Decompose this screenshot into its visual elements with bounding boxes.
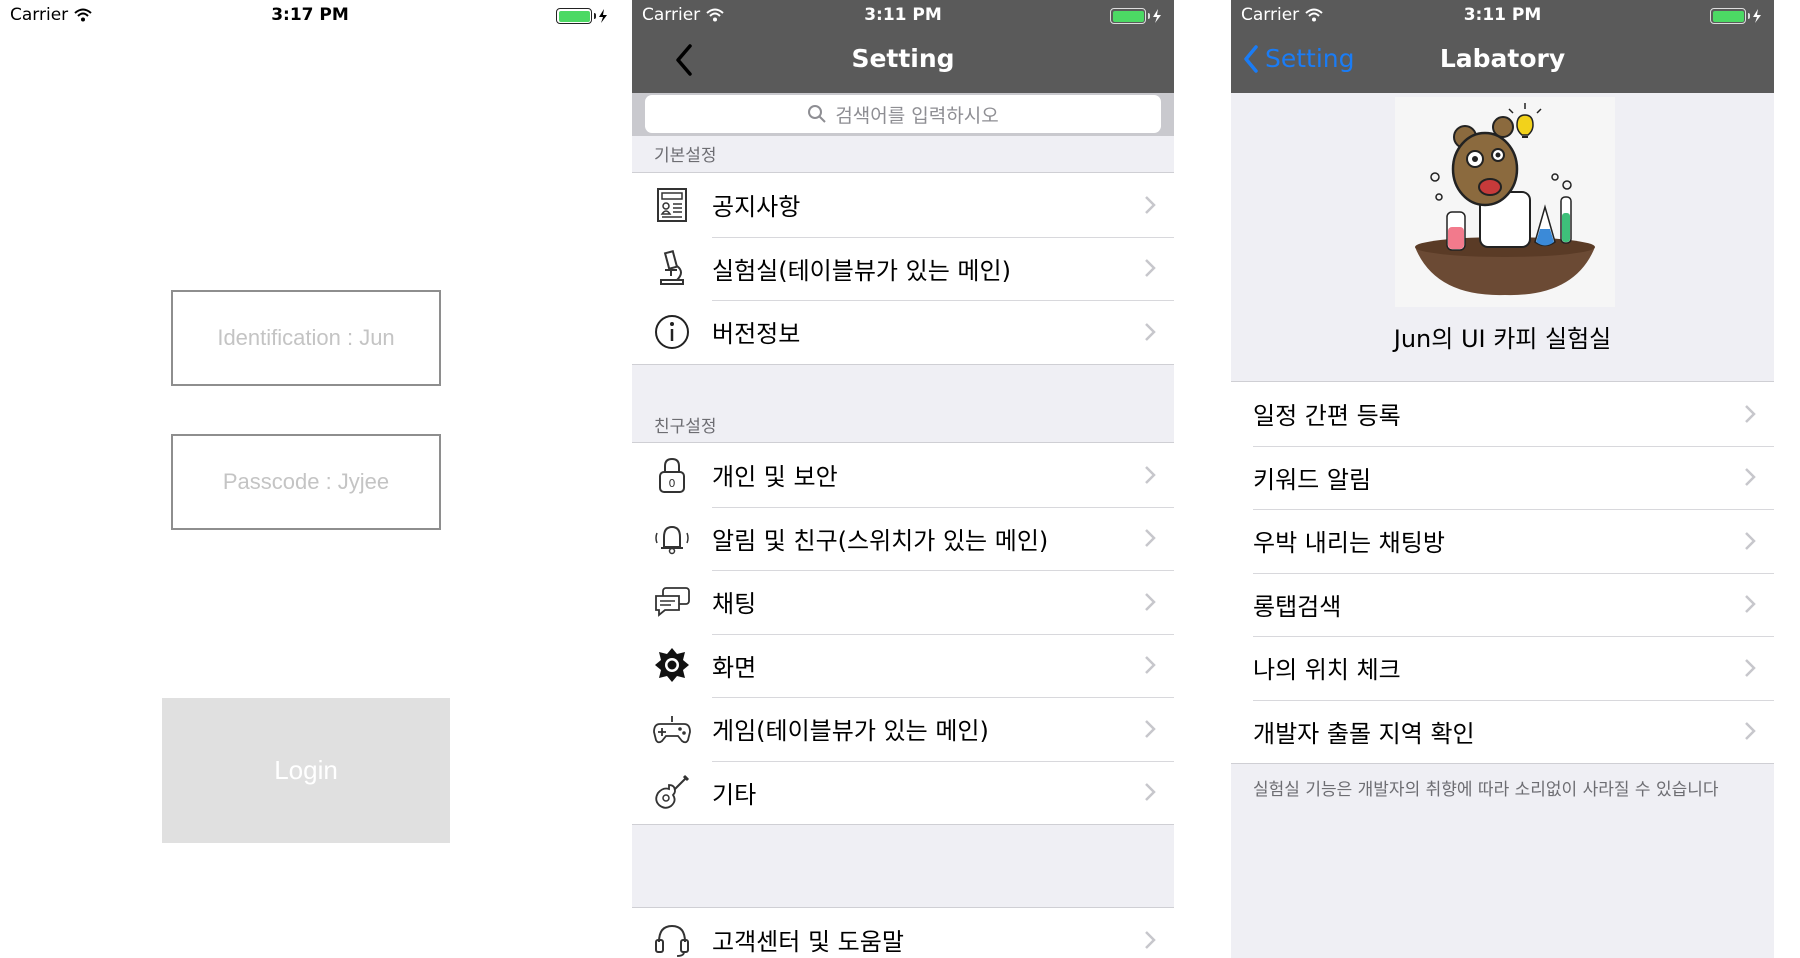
chevron-right-icon [1126,258,1174,278]
nav-bar: Carrier 3:11 PM Setting [632,0,1174,93]
chevron-right-icon [1126,528,1174,548]
settings-group-friends: 0 개인 및 보안 알림 및 친구(스위치가 있는 메인) 채팅 화면 게임(테… [632,442,1174,825]
lock-icon: 0 [632,456,712,494]
status-time: 3:11 PM [1463,5,1542,25]
settings-item-notifications[interactable]: 알림 및 친구(스위치가 있는 메인) [632,506,1174,571]
lab-item-label: 키워드 알림 [1253,465,1372,494]
lab-item-longtap-search[interactable]: 롱탭검색 [1231,572,1774,637]
page-title: Setting [851,44,955,73]
chevron-right-icon [1126,465,1174,485]
settings-item-display[interactable]: 화면 [632,633,1174,698]
search-placeholder: 검색어를 입력하시오 [835,104,999,127]
settings-item-support[interactable]: 고객센터 및 도움말 [632,908,1174,958]
lab-item-schedule[interactable]: 일정 간편 등록 [1231,382,1774,446]
settings-item-label: 개인 및 보안 [712,463,838,492]
search-icon [808,105,827,123]
lab-item-hail-chat[interactable]: 우박 내리는 채팅방 [1231,509,1774,573]
lab-item-label: 롱탭검색 [1253,592,1342,621]
lab-item-label: 개발자 출몰 지역 확인 [1253,719,1475,748]
battery-icon [1110,8,1162,24]
search-bar: 검색어를 입력하시오 [632,93,1174,136]
settings-item-privacy[interactable]: 0 개인 및 보안 [632,443,1174,507]
search-input[interactable]: 검색어를 입력하시오 [645,95,1161,133]
gamepad-icon [632,712,712,746]
settings-item-label: 화면 [712,653,757,682]
passcode-placeholder: Passcode : Jyjee [222,469,390,494]
lab-item-label: 일정 간편 등록 [1253,402,1401,431]
info-icon [632,314,712,350]
lab-header: Jun의 UI 카피 실험실 [1231,93,1774,381]
news-icon [632,187,712,223]
lab-item-keyword-alert[interactable]: 키워드 알림 [1231,445,1774,510]
settings-item-chat[interactable]: 채팅 [632,570,1174,634]
lab-item-label: 나의 위치 체크 [1253,656,1401,685]
login-button[interactable]: Login [162,698,450,843]
lab-item-location-check[interactable]: 나의 위치 체크 [1231,636,1774,700]
chat-icon [632,586,712,618]
settings-group-basic: 공지사항 실험실(테이블뷰가 있는 메인) 버전정보 [632,172,1174,365]
chevron-right-icon [1126,719,1174,739]
lab-header-title: Jun의 UI 카피 실험실 [1393,325,1612,353]
nav-bar: Carrier 3:11 PM Setting Labatory [1231,0,1774,93]
chevron-right-icon [1126,930,1174,950]
settings-item-label: 게임(테이블뷰가 있는 메인) [712,717,989,746]
identification-field[interactable]: Identification : Jun [171,290,441,386]
battery-icon [556,8,608,24]
settings-item-label: 실험실(테이블뷰가 있는 메인) [712,256,1011,285]
lab-feature-list: 일정 간편 등록 키워드 알림 우박 내리는 채팅방 롱탭검색 나의 위치 체크… [1231,381,1774,764]
lab-item-developer-area[interactable]: 개발자 출몰 지역 확인 [1231,699,1774,764]
battery-icon [1710,8,1762,24]
settings-item-etc[interactable]: 기타 [632,760,1174,825]
chevron-right-icon [1126,782,1174,802]
brightness-icon [632,647,712,683]
lab-screen: Carrier 3:11 PM Setting Labatory Jun의 UI… [1231,0,1774,958]
chevron-right-icon [1126,592,1174,612]
settings-group-support: 고객센터 및 도움말 [632,907,1174,958]
lab-character-image [1395,97,1615,307]
chevron-right-icon [1126,655,1174,675]
status-time: 3:17 PM [271,5,349,25]
status-bar: Carrier 3:11 PM [1231,0,1774,30]
settings-item-label: 알림 및 친구(스위치가 있는 메인) [712,526,1049,555]
status-time: 3:11 PM [864,5,942,25]
chevron-right-icon [1726,594,1774,614]
guitar-icon [632,773,712,811]
chevron-right-icon [1726,467,1774,487]
passcode-field[interactable]: Passcode : Jyjee [171,434,441,530]
chevron-right-icon [1726,658,1774,678]
setting-screen: Carrier 3:11 PM Setting 검색어를 입력하시오 기본설정 … [632,0,1174,958]
settings-item-notice[interactable]: 공지사항 [632,173,1174,237]
chevron-right-icon [1126,322,1174,342]
settings-item-label: 고객센터 및 도움말 [712,928,904,957]
settings-item-version[interactable]: 버전정보 [632,300,1174,364]
chevron-right-icon [1726,531,1774,551]
settings-item-label: 버전정보 [712,320,801,349]
settings-item-label: 공지사항 [712,193,801,222]
status-bar: Carrier 3:17 PM [0,0,620,30]
login-label: Login [274,755,338,785]
settings-item-label: 기타 [712,780,757,809]
settings-item-label: 채팅 [712,590,757,619]
page-title: Labatory [1439,44,1566,73]
chevron-right-icon [1126,195,1174,215]
settings-item-lab[interactable]: 실험실(테이블뷰가 있는 메인) [632,236,1174,301]
svg-text:0: 0 [669,477,676,490]
chevron-right-icon [1726,721,1774,741]
lab-item-label: 우박 내리는 채팅방 [1253,529,1445,558]
section-header-basic: 기본설정 [654,146,717,166]
login-screen: Carrier 3:17 PM Identification : Jun Pas… [0,0,620,958]
bell-icon [632,521,712,555]
microscope-icon [632,250,712,286]
lab-footer-note: 실험실 기능은 개발자의 취향에 따라 소리없이 사라질 수 있습니다 [1253,780,1719,800]
chevron-right-icon [1726,404,1774,424]
headset-icon [632,922,712,958]
identification-placeholder: Identification : Jun [217,325,395,350]
settings-item-game[interactable]: 게임(테이블뷰가 있는 메인) [632,697,1174,761]
section-header-friends: 친구설정 [654,417,717,437]
status-bar: Carrier 3:11 PM [632,0,1174,30]
